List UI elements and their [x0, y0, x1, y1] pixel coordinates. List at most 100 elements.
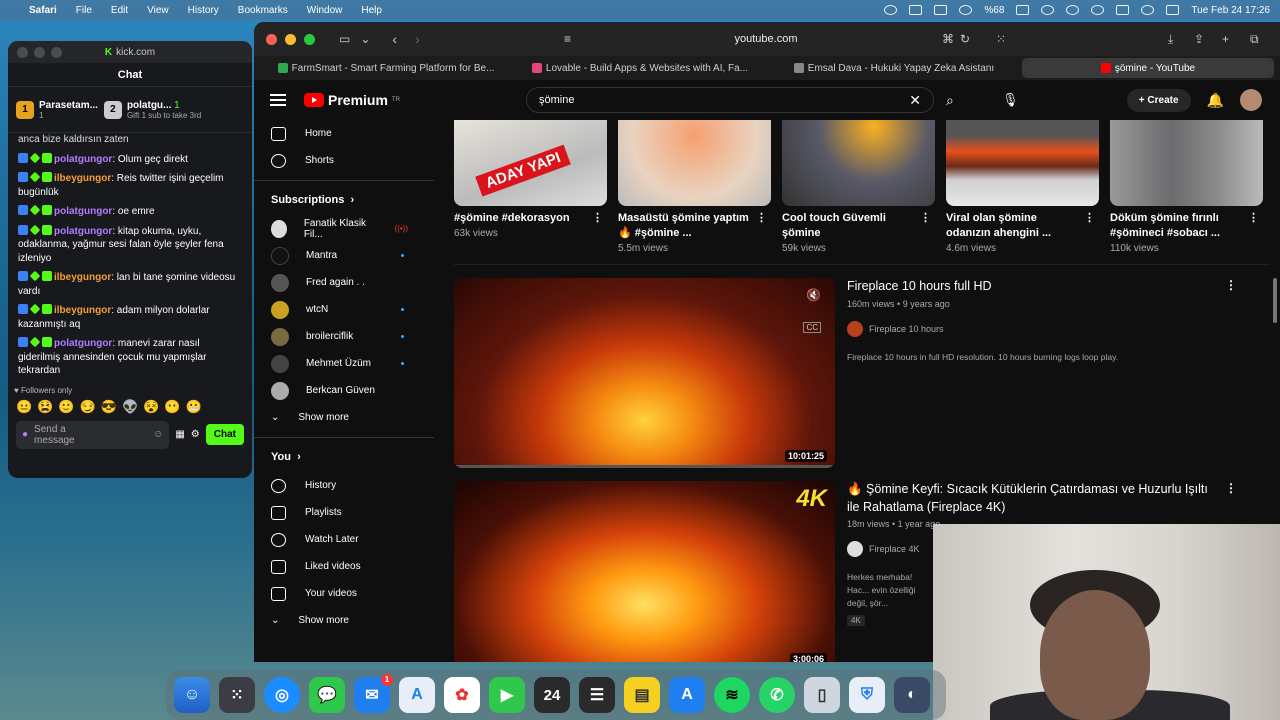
more-options-icon[interactable]: ⋮	[1225, 481, 1237, 495]
whatsapp-icon[interactable]: ✆	[759, 677, 795, 713]
translate-icon[interactable]: ⌘	[942, 32, 954, 46]
short-thumbnail[interactable]	[782, 120, 935, 206]
emote-icon[interactable]: 😶	[164, 399, 180, 415]
store-icon[interactable]: ▦	[175, 429, 184, 440]
chevron-down-icon[interactable]: ⌄	[360, 32, 370, 46]
share-icon[interactable]: ⇪	[1194, 32, 1204, 46]
search-icon[interactable]	[1066, 5, 1080, 15]
more-options-icon[interactable]: ⋮	[1248, 211, 1263, 241]
chat-username[interactable]: polatgungor	[54, 338, 112, 349]
video-title[interactable]: Fireplace 10 hours full HD	[847, 278, 1247, 296]
chat-username[interactable]: ilbeygungor	[54, 305, 111, 316]
siri-icon[interactable]	[1141, 5, 1155, 15]
menu-file[interactable]: File	[76, 5, 92, 16]
short-title[interactable]: #şömine #dekorasyon	[454, 211, 570, 226]
emote-icon[interactable]: 😬	[186, 399, 202, 415]
sidebar-channel[interactable]: Fanatik Klasik Fil... ((•))	[254, 215, 434, 242]
chat-username[interactable]: ilbeygungor	[54, 173, 111, 184]
finder-icon[interactable]: ☺	[174, 677, 210, 713]
show-more-you[interactable]: ⌄ Show more	[254, 607, 434, 634]
sidebar-item-watch-later[interactable]: Watch Later	[254, 526, 434, 553]
tab-lovable[interactable]: Lovable - Build Apps & Websites with AI,…	[514, 58, 766, 78]
short-thumbnail[interactable]: ADAY YAPI	[454, 120, 607, 206]
chat-send-button[interactable]: Chat	[205, 424, 244, 445]
clear-search-icon[interactable]: ✕	[909, 92, 921, 109]
mute-icon[interactable]: 🔇	[806, 288, 821, 302]
short-title[interactable]: Cool touch Güvemli şömine	[782, 211, 920, 241]
tab-farmsmart[interactable]: FarmSmart - Smart Farming Platform for B…	[260, 58, 512, 78]
video-title[interactable]: 🔥 Şömine Keyfi: Sıcacık Kütüklerin Çatır…	[847, 481, 1247, 516]
subscriptions-heading[interactable]: Subscriptions ›	[254, 185, 434, 215]
microphone-icon[interactable]: 🎙	[1002, 92, 1019, 108]
preview-icon[interactable]: ▯	[804, 677, 840, 713]
sidebar-channel[interactable]: Berkcan Güven	[254, 377, 434, 404]
notes-icon[interactable]: ▤	[624, 677, 660, 713]
tab-youtube[interactable]: şömine - YouTube	[1022, 58, 1274, 78]
calendar-icon[interactable]: 24	[534, 677, 570, 713]
emoji-icon[interactable]: ☺	[153, 429, 163, 440]
short-thumbnail[interactable]	[1110, 120, 1263, 206]
address-bar[interactable]: youtube.com	[554, 33, 978, 45]
video-result[interactable]: 🔇 CC 10:01:25 Fireplace 10 hours full HD…	[454, 278, 1247, 468]
sidebar-item-shorts[interactable]: Shorts	[254, 147, 434, 174]
menu-help[interactable]: Help	[361, 5, 382, 16]
short-card[interactable]: ADAY YAPI #şömine #dekorasyon ⋮ 63k views	[454, 120, 607, 254]
pinned-gifter-2[interactable]: 2 polatgu... 1 Gift 1 sub to take 3rd	[103, 100, 201, 120]
toggle-icon[interactable]	[1166, 5, 1180, 15]
user-icon[interactable]	[1091, 5, 1105, 15]
photos-icon[interactable]: ✿	[444, 677, 480, 713]
tab-overview-icon[interactable]: ⧉	[1250, 32, 1259, 47]
safari-icon[interactable]: ◎	[264, 677, 300, 713]
vpn-icon[interactable]: ⛨	[849, 677, 885, 713]
show-more-subscriptions[interactable]: ⌄ Show more	[254, 404, 434, 431]
more-options-icon[interactable]: ⋮	[1084, 211, 1099, 241]
battery-icon[interactable]	[1016, 5, 1030, 15]
tool-icon[interactable]	[934, 5, 948, 15]
clock[interactable]: Tue Feb 24 17:26	[1191, 5, 1270, 16]
emote-icon[interactable]: 👽	[122, 399, 138, 415]
menu-safari[interactable]: Safari	[29, 5, 57, 16]
video-channel[interactable]: Fireplace 10 hours	[847, 320, 1247, 337]
menu-view[interactable]: View	[147, 5, 169, 16]
zoom-button[interactable]	[304, 33, 315, 45]
search-input[interactable]: şömine ✕	[526, 87, 934, 113]
control-center-icon[interactable]	[1116, 5, 1130, 15]
app-store-icon[interactable]: A	[399, 677, 435, 713]
emote-icon[interactable]: 😫	[37, 399, 53, 415]
scrollbar[interactable]	[1273, 278, 1277, 323]
emote-icon[interactable]: 😐	[16, 399, 32, 415]
reload-icon[interactable]: ↻	[960, 32, 970, 46]
download-icon[interactable]: ⤓	[1168, 32, 1173, 47]
more-options-icon[interactable]: ⋮	[756, 211, 771, 241]
more-options-icon[interactable]: ⋮	[1225, 278, 1237, 292]
sidebar-channel[interactable]: Fred again . .	[254, 269, 434, 296]
wifi-icon[interactable]	[1041, 5, 1055, 15]
emote-icon[interactable]: 😵	[143, 399, 159, 415]
short-card[interactable]: Cool touch Güvemli şömine ⋮ 59k views	[782, 120, 935, 254]
chat-username[interactable]: polatgungor	[54, 206, 112, 217]
menu-edit[interactable]: Edit	[111, 5, 128, 16]
sidebar-channel[interactable]: Mehmet Üzüm	[254, 350, 434, 377]
short-card[interactable]: Viral olan şömine odanızın ahengini ... ⋮…	[946, 120, 1099, 254]
extensions-icon[interactable]: ⁙	[996, 32, 1006, 46]
more-options-icon[interactable]: ⋮	[592, 211, 607, 226]
facetime-icon[interactable]: ▶	[489, 677, 525, 713]
menu-window[interactable]: Window	[307, 5, 343, 16]
sidebar-item-playlists[interactable]: Playlists	[254, 499, 434, 526]
settings-gear-icon[interactable]: ⚙	[191, 429, 200, 440]
captions-icon[interactable]: CC	[803, 322, 821, 333]
chat-username[interactable]: polatgungor	[54, 226, 112, 237]
short-title[interactable]: Viral olan şömine odanızın ahengini ...	[946, 211, 1084, 241]
globe-icon[interactable]	[959, 5, 973, 15]
short-thumbnail[interactable]	[946, 120, 1099, 206]
sidebar-channel[interactable]: Mantra	[254, 242, 434, 269]
emote-icon[interactable]: 🙂	[58, 399, 74, 415]
app-icon[interactable]: ◐	[894, 677, 930, 713]
video-thumbnail[interactable]: 🔇 CC 10:01:25	[454, 278, 835, 468]
tab-emsal-dava[interactable]: Emsal Dava - Hukuki Yapay Zeka Asistanı	[768, 58, 1020, 78]
minimize-button[interactable]	[285, 33, 296, 45]
short-thumbnail[interactable]	[618, 120, 771, 206]
sidebar-item-history[interactable]: History	[254, 472, 434, 499]
you-heading[interactable]: You ›	[254, 442, 434, 472]
menu-history[interactable]: History	[188, 5, 219, 16]
